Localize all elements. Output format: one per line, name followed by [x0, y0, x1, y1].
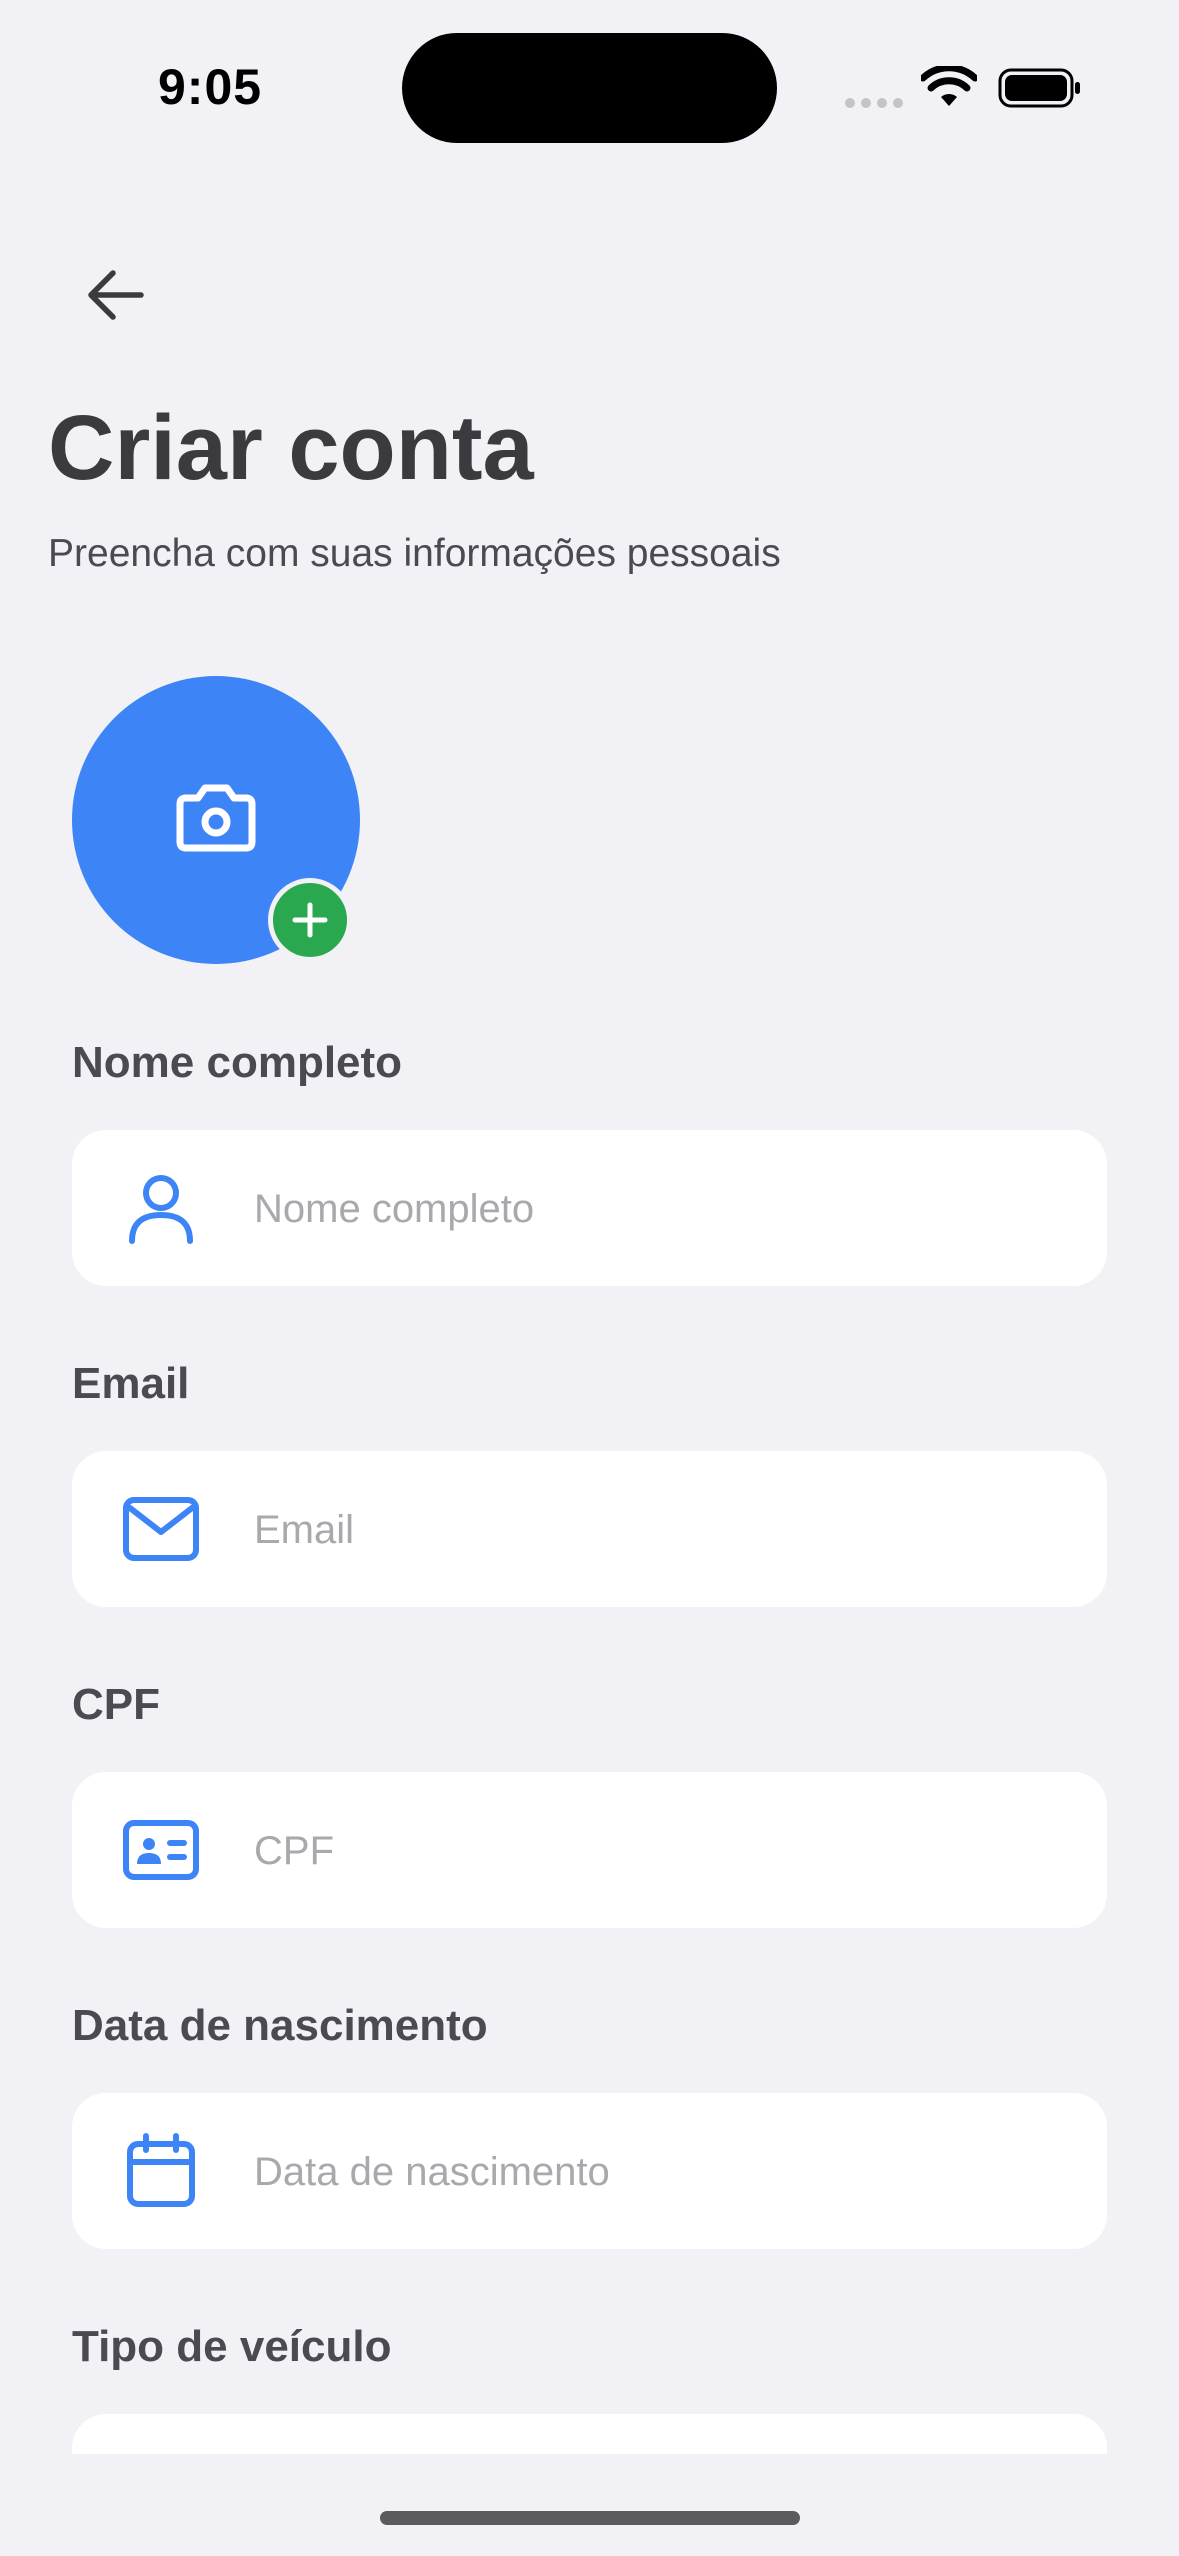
full-name-label: Nome completo [72, 1038, 403, 1087]
status-time: 9:05 [158, 59, 263, 115]
page-subtitle: Preencha com suas informações pessoais [48, 532, 781, 575]
cpf-label: CPF [72, 1680, 160, 1729]
vehicle-type-field[interactable] [72, 2414, 1107, 2454]
birth-date-label: Data de nascimento [72, 2001, 488, 2050]
calendar-icon [127, 2133, 195, 2207]
birth-date-input[interactable] [252, 2093, 1076, 2251]
email-input[interactable] [252, 1451, 1076, 1609]
full-name-field[interactable] [72, 1130, 1107, 1288]
arrow-left-icon [88, 270, 144, 320]
mail-icon [123, 1497, 199, 1561]
birth-date-field[interactable] [72, 2093, 1107, 2251]
cellular-signal-icon [845, 95, 909, 113]
profile-photo-picker[interactable] [72, 676, 360, 964]
page-title: Criar conta [48, 397, 534, 499]
full-name-input[interactable] [252, 1130, 1076, 1288]
user-icon [129, 1175, 193, 1244]
add-photo-button[interactable] [268, 878, 352, 962]
email-field[interactable] [72, 1451, 1107, 1609]
plus-icon [292, 902, 328, 938]
status-bar: 9:05 [0, 0, 1179, 170]
vehicle-type-label: Tipo de veículo [72, 2322, 392, 2371]
cpf-field[interactable] [72, 1772, 1107, 1930]
back-button[interactable] [70, 250, 160, 340]
dynamic-island [402, 33, 777, 143]
cpf-input[interactable] [252, 1772, 1076, 1930]
id-card-icon [123, 1820, 199, 1880]
camera-icon [176, 784, 256, 852]
battery-icon [998, 68, 1080, 108]
email-label: Email [72, 1359, 190, 1408]
wifi-icon [921, 66, 977, 106]
home-indicator [380, 2511, 800, 2525]
